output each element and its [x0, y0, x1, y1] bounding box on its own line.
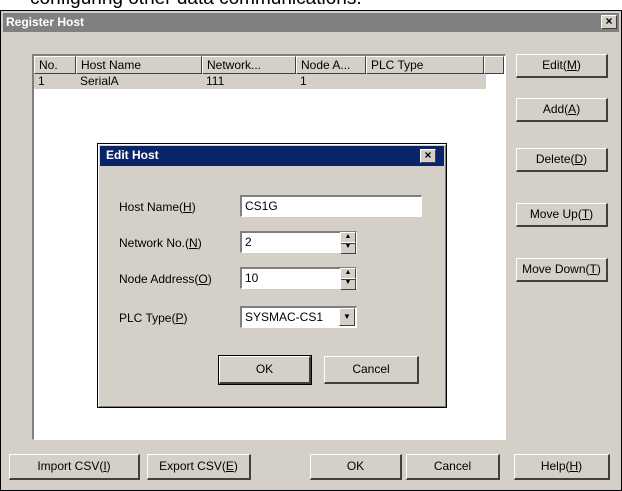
- row-1-network: 111: [206, 74, 225, 88]
- host-name-label: Host Name(H): [119, 200, 196, 214]
- row-1-host-name: SerialA: [80, 74, 119, 88]
- dialog-ok-button[interactable]: OK: [218, 355, 312, 385]
- network-no-spinner[interactable]: ▲ ▼: [340, 232, 356, 254]
- column-header-node-address[interactable]: Node A...: [296, 56, 366, 74]
- dialog-close-icon[interactable]: ×: [420, 149, 436, 163]
- dialog-title: Edit Host: [106, 148, 159, 162]
- move-up-button[interactable]: Move Up(T): [516, 203, 608, 227]
- spin-down-icon[interactable]: ▼: [341, 242, 356, 254]
- move-down-button[interactable]: Move Down(T): [516, 258, 608, 282]
- window-title: Register Host: [6, 15, 85, 29]
- row-1-node-address: 1: [300, 74, 307, 88]
- caption-fragment: configuring other data communications.: [30, 0, 362, 10]
- column-header-host-name[interactable]: Host Name: [76, 56, 202, 74]
- dialog-cancel-button[interactable]: Cancel: [324, 356, 419, 384]
- column-header-filler: [484, 56, 504, 74]
- column-header-no[interactable]: No.: [34, 56, 76, 74]
- column-header-network[interactable]: Network...: [202, 56, 296, 74]
- add-button[interactable]: Add(A): [516, 98, 608, 122]
- window-close-icon[interactable]: ×: [601, 15, 617, 29]
- help-button[interactable]: Help(H): [514, 454, 610, 480]
- row-1-no: 1: [38, 74, 45, 88]
- delete-button[interactable]: Delete(D): [516, 148, 608, 172]
- window-titlebar: [3, 13, 619, 32]
- cancel-button[interactable]: Cancel: [406, 454, 500, 480]
- ok-button[interactable]: OK: [310, 454, 402, 480]
- plc-type-label: PLC Type(P): [119, 311, 188, 325]
- network-no-label: Network No.(N): [119, 236, 202, 250]
- export-csv-button[interactable]: Export CSV(E): [147, 454, 251, 480]
- import-csv-button[interactable]: Import CSV(I): [9, 454, 140, 480]
- chevron-down-icon[interactable]: ▼: [339, 308, 355, 326]
- node-address-spinner[interactable]: ▲ ▼: [340, 268, 356, 290]
- node-address-label: Node Address(O): [119, 272, 212, 286]
- host-name-input[interactable]: CS1G: [240, 195, 422, 217]
- spin-down-icon[interactable]: ▼: [341, 278, 356, 290]
- column-header-plc-type[interactable]: PLC Type: [366, 56, 484, 74]
- edit-button[interactable]: Edit(M): [516, 54, 608, 78]
